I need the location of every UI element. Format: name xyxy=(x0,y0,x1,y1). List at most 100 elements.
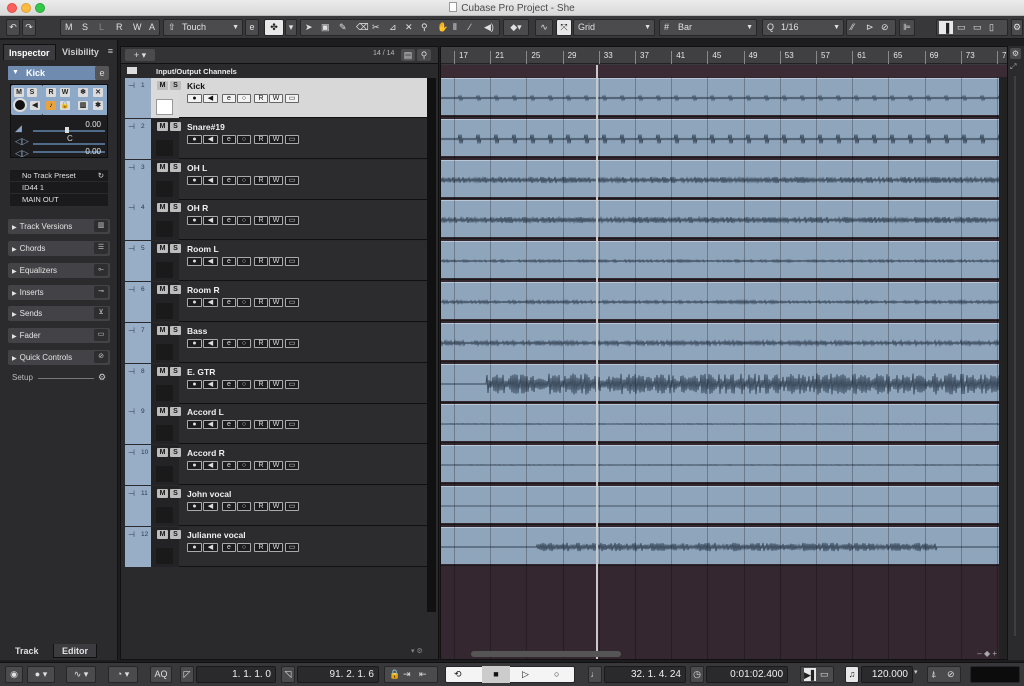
lock-icon[interactable]: 🔒 xyxy=(60,101,70,110)
edit-channel-icon[interactable]: e xyxy=(222,134,236,144)
monitor-icon[interactable]: ◀ xyxy=(203,298,218,307)
track-solo-button[interactable]: S xyxy=(170,407,181,417)
track-name[interactable]: OH L xyxy=(187,163,207,173)
track-mute-button[interactable]: M xyxy=(157,448,168,458)
write-button[interactable]: W xyxy=(269,94,283,103)
control-room-icon[interactable]: ▯ xyxy=(989,20,994,35)
chevron-down-icon[interactable]: ▾ xyxy=(285,19,297,36)
read-button[interactable]: R xyxy=(254,175,268,185)
track-list-settings-icon[interactable]: ▾ ⚙ xyxy=(411,647,423,655)
record-enable-icon[interactable] xyxy=(13,98,27,112)
record-enable-icon[interactable]: ● xyxy=(187,420,202,430)
lanes-icon[interactable]: ▭ xyxy=(285,502,299,511)
monitor-icon[interactable]: ◀ xyxy=(203,94,218,103)
edit-channel-icon[interactable]: e xyxy=(222,502,236,511)
stop-icon[interactable]: ■ xyxy=(482,666,510,683)
undo-icon[interactable]: ↶ xyxy=(6,19,20,36)
lanes-icon[interactable]: ▭ xyxy=(285,338,299,348)
track-name[interactable]: E. GTR xyxy=(187,367,215,377)
automation-mode-select[interactable]: ⇧ Touch ▼ xyxy=(163,19,243,36)
write-button[interactable]: W xyxy=(269,298,283,307)
play-tool-icon[interactable]: ◀) xyxy=(484,20,494,35)
aq-button[interactable]: AQ xyxy=(150,666,172,683)
tab-inspector[interactable]: Inspector xyxy=(3,44,56,60)
record-enable-icon[interactable]: ● xyxy=(187,216,202,226)
position-bars-field[interactable]: 32. 1. 4. 24 xyxy=(604,666,686,683)
track-name[interactable]: Julianne vocal xyxy=(187,530,246,540)
monitor-icon[interactable]: ◀ xyxy=(30,101,40,110)
metronome-icon[interactable]: ♫ xyxy=(845,666,859,683)
track-mute-button[interactable]: M xyxy=(157,203,168,213)
section-quick-controls[interactable]: ▶ Quick Controls ⊘ xyxy=(8,350,110,365)
track-row[interactable]: 4 ⊣ M S OH R ● ◀ e ○ R W ▭ xyxy=(125,200,431,241)
track-row[interactable]: 5 ⊣ M S Room L ● ◀ e ○ R W ▭ xyxy=(125,241,431,282)
track-solo-button[interactable]: S xyxy=(170,489,181,498)
record-enable-icon[interactable]: ● xyxy=(187,379,202,389)
track-mute-button[interactable]: M xyxy=(157,244,168,254)
settings-gear-icon[interactable]: ⚙ xyxy=(1010,48,1021,59)
track-solo-button[interactable]: S xyxy=(170,203,181,213)
record-enable-icon[interactable]: ● xyxy=(187,542,202,552)
tab-visibility[interactable]: Visibility xyxy=(57,44,104,60)
track-list-scrollbar[interactable] xyxy=(427,78,436,612)
section-equalizers[interactable]: ▶ Equalizers ⟜ xyxy=(8,263,110,278)
track-mute-button[interactable]: M xyxy=(157,121,168,131)
play-icon[interactable]: ▷ xyxy=(522,667,529,682)
pan-value[interactable]: C xyxy=(67,134,73,143)
write-button[interactable]: W xyxy=(269,134,283,144)
edit-channel-icon[interactable]: e xyxy=(95,66,109,80)
quantize-settings-icon[interactable]: ⊘ xyxy=(881,20,889,35)
record-enable-icon[interactable]: ● xyxy=(187,175,202,185)
draw-tool-icon[interactable]: ✎ xyxy=(339,20,347,35)
write-button[interactable]: W xyxy=(269,216,283,226)
range-selection-tool-icon[interactable]: ▣ xyxy=(321,20,330,35)
track-mute-button[interactable]: M xyxy=(157,407,168,417)
track-solo-button[interactable]: S xyxy=(170,325,181,335)
suspend-autoscroll-icon[interactable]: ▭ xyxy=(820,667,829,682)
read-button[interactable]: R xyxy=(254,94,268,103)
io-channels-row[interactable]: Input/Output Channels xyxy=(125,65,435,77)
inspector-track-name[interactable]: ▼ Kick ▶ xyxy=(8,66,106,80)
metronome-mode-icon[interactable]: ◔ ▾ xyxy=(108,666,138,683)
write-button[interactable]: W xyxy=(269,542,283,552)
lane-icon[interactable]: ✕ xyxy=(93,88,103,97)
section-fader[interactable]: ▶ Fader ▭ xyxy=(8,328,110,343)
channel-settings-icon[interactable]: ▥ xyxy=(78,101,88,110)
pan-slider[interactable] xyxy=(33,143,105,145)
iterative-quantize-icon[interactable]: ⁄⁄ xyxy=(851,20,854,35)
read-automation-icon[interactable]: ○ xyxy=(237,379,251,389)
tempo-field[interactable]: 120.000 xyxy=(861,666,913,683)
read-automation-icon[interactable]: ○ xyxy=(237,94,251,103)
lanes-icon[interactable]: ▭ xyxy=(285,379,299,389)
write-button[interactable]: W xyxy=(269,338,283,348)
write-button[interactable]: W xyxy=(269,461,283,471)
color-tool-icon[interactable]: ◆▾ xyxy=(503,19,529,36)
audio-mode-icon[interactable]: ∿ ▾ xyxy=(66,666,96,683)
lock-icon[interactable]: 🔒 xyxy=(389,667,400,682)
ruler[interactable]: 17 21 25 29 33 37 41 45 49 53 57 61 65 69 73 7 xyxy=(441,47,1007,77)
edit-channel-icon[interactable]: e xyxy=(222,542,236,552)
setup-gear-icon[interactable]: ⚙ xyxy=(98,372,106,383)
record-enable-icon[interactable]: ● xyxy=(187,94,202,103)
track-row[interactable]: 7 ⊣ M S Bass ● ◀ e ○ R W ▭ xyxy=(125,322,431,363)
section-sends[interactable]: ▶ Sends ⊻ xyxy=(8,306,110,321)
mute-all-button[interactable]: M xyxy=(65,20,73,35)
track-solo-button[interactable]: S xyxy=(170,162,181,172)
lanes-icon[interactable]: ▭ xyxy=(285,216,299,226)
lanes-icon[interactable]: ▭ xyxy=(285,542,299,552)
quantize-presets-icon[interactable]: ⊳ xyxy=(866,20,874,35)
mute-tool-icon[interactable]: ✕ xyxy=(405,20,413,35)
settings-gear-icon[interactable]: ⚙ xyxy=(1011,19,1023,36)
input-routing-field[interactable]: ID44 1 xyxy=(10,182,108,194)
output-routing-field[interactable]: MAIN OUT xyxy=(10,194,108,206)
track-row[interactable]: 3 ⊣ M S OH L ● ◀ e ○ R W ▭ xyxy=(125,159,431,200)
write-button[interactable]: W xyxy=(269,257,283,267)
record-icon[interactable]: ○ xyxy=(554,667,559,682)
record-mode-icon[interactable]: ● ▾ xyxy=(27,666,55,683)
read-button[interactable]: R xyxy=(254,379,268,389)
track-name[interactable]: Accord L xyxy=(187,407,224,417)
monitor-icon[interactable]: ◀ xyxy=(203,420,218,430)
grid-type-select[interactable]: # Bar ▼ xyxy=(659,19,757,36)
record-enable-icon[interactable]: ● xyxy=(187,461,202,471)
split-tool-icon[interactable]: ✂ xyxy=(372,20,380,35)
